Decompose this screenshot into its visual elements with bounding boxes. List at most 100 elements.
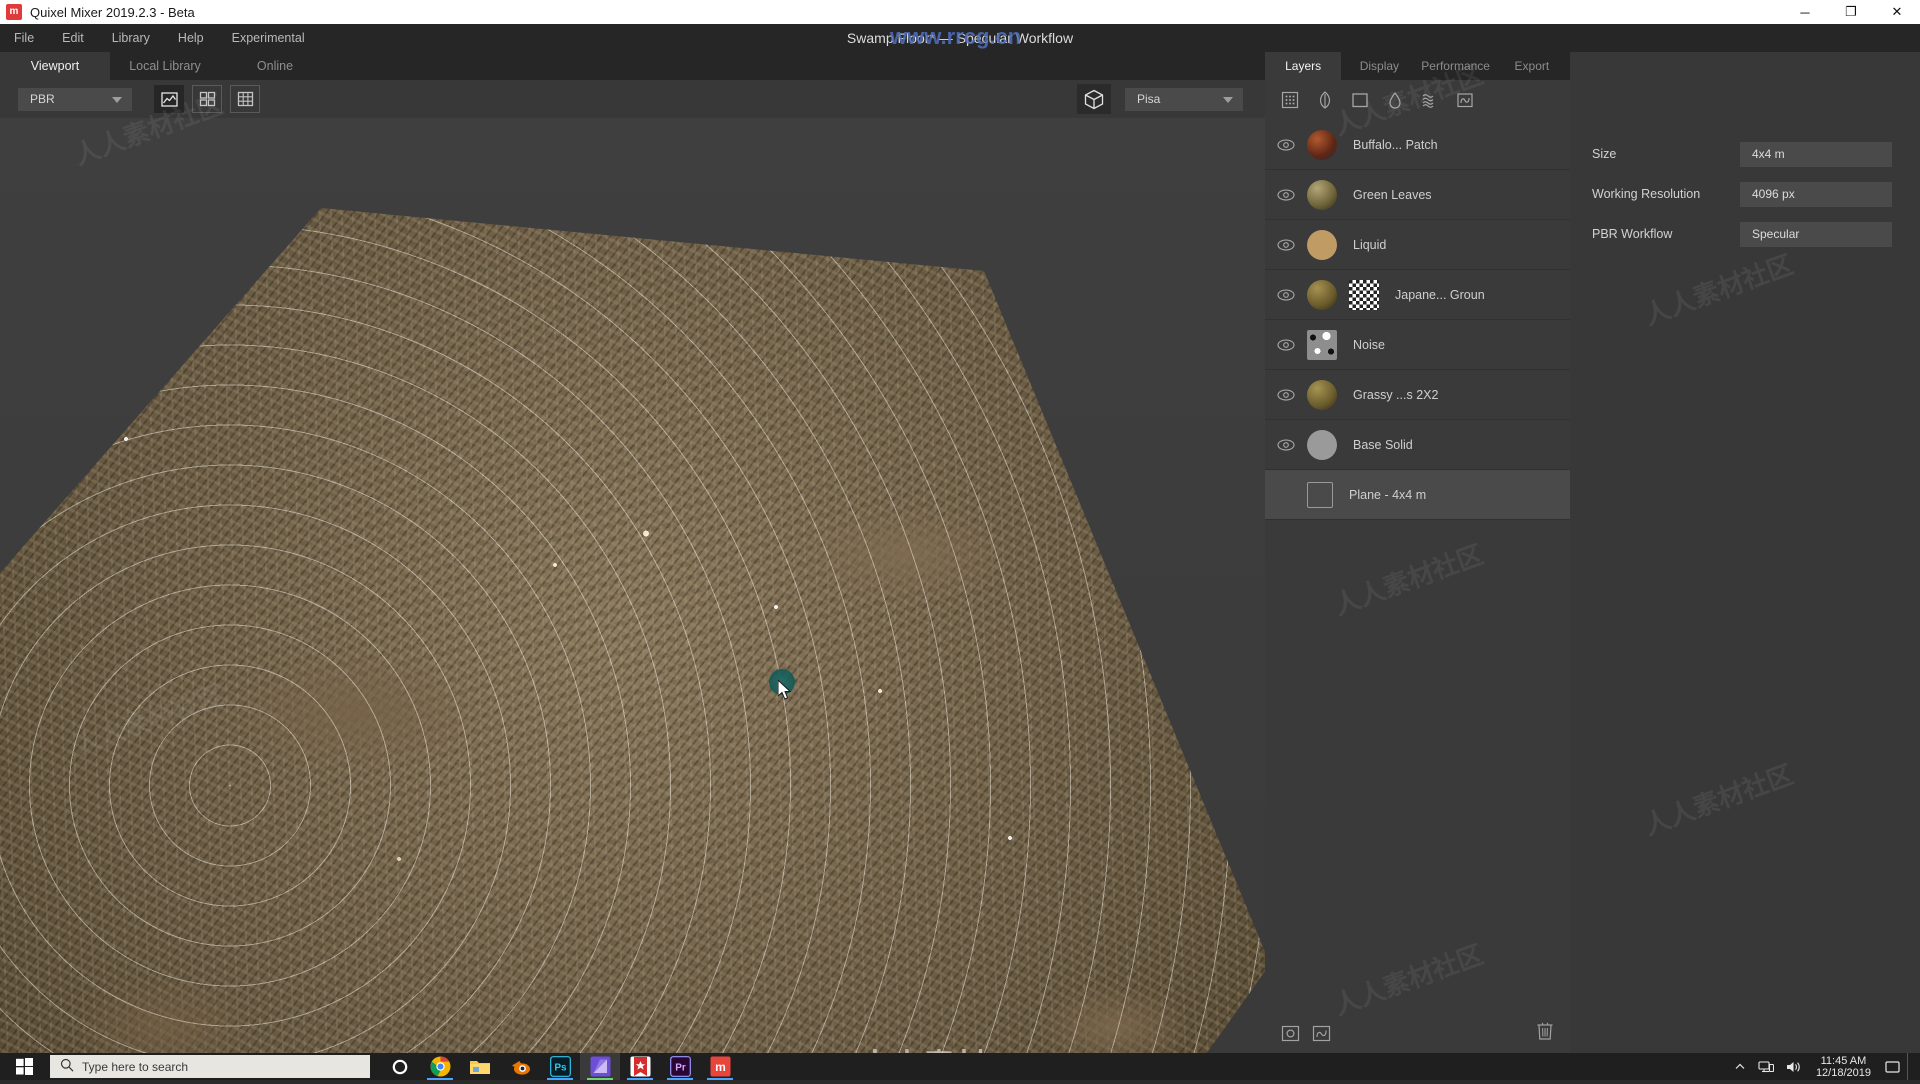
visibility-eye-icon[interactable] — [1265, 289, 1307, 301]
quad-view-icon[interactable] — [192, 85, 222, 113]
layer-row[interactable]: Grassy ...s 2X2 — [1265, 370, 1570, 420]
minimize-button[interactable]: ─ — [1782, 0, 1828, 24]
tab-performance[interactable]: Performance — [1418, 52, 1494, 80]
layers-panel-tabs: Layers Display Performance Export — [1265, 52, 1570, 80]
property-label: PBR Workflow — [1592, 227, 1672, 241]
layer-row[interactable]: Green Leaves — [1265, 170, 1570, 220]
tab-viewport[interactable]: Viewport — [0, 52, 110, 80]
layer-thumbnail — [1307, 280, 1337, 310]
visibility-eye-icon[interactable] — [1265, 239, 1307, 251]
waves-icon[interactable] — [1420, 90, 1440, 110]
svg-text:m: m — [715, 1060, 726, 1074]
menu-experimental[interactable]: Experimental — [218, 24, 319, 52]
action-center-icon[interactable] — [1879, 1060, 1907, 1074]
menu-library[interactable]: Library — [98, 24, 164, 52]
pbr-workflow-combo[interactable]: Specular — [1740, 222, 1892, 247]
image-view-icon[interactable] — [154, 85, 184, 113]
layer-row[interactable]: Buffalo... Patch — [1265, 120, 1570, 170]
visibility-eye-icon[interactable] — [1265, 139, 1307, 151]
menu-edit[interactable]: Edit — [48, 24, 98, 52]
square-icon[interactable] — [1350, 90, 1370, 110]
maximize-button[interactable]: ❐ — [1828, 0, 1874, 24]
visibility-eye-icon[interactable] — [1265, 439, 1307, 451]
layer-thumbnail — [1307, 430, 1337, 460]
add-curve-icon[interactable] — [1312, 1024, 1331, 1043]
layer-thumbnail — [1307, 230, 1337, 260]
window-title-bar: m Quixel Mixer 2019.2.3 - Beta ─ ❐ ✕ — [0, 0, 1920, 24]
clock-time: 11:45 AM — [1816, 1055, 1871, 1067]
application-window: File Edit Library Help Experimental Swam… — [0, 24, 1920, 1053]
photoshop-icon[interactable]: Ps — [540, 1053, 580, 1080]
show-desktop-button[interactable] — [1907, 1053, 1916, 1080]
substance-icon[interactable] — [620, 1053, 660, 1080]
material-plane-preview[interactable] — [0, 208, 1265, 1053]
layer-thumbnail — [1307, 380, 1337, 410]
cortana-circle-icon[interactable] — [380, 1053, 420, 1080]
layer-name: Buffalo... Patch — [1353, 138, 1438, 152]
add-layer-icon[interactable] — [1281, 1024, 1300, 1043]
main-tab-bar: Viewport Local Library Online — [0, 52, 1265, 80]
layers-panel: Layers Display Performance Export — [1265, 52, 1570, 1053]
svg-text:Pr: Pr — [675, 1063, 686, 1074]
tab-layers[interactable]: Layers — [1265, 52, 1341, 80]
size-value: 4x4 m — [1752, 147, 1785, 161]
volume-icon[interactable] — [1780, 1060, 1808, 1074]
tab-online[interactable]: Online — [220, 52, 330, 80]
layer-row[interactable]: Liquid — [1265, 220, 1570, 270]
windows-taskbar: Type here to search Ps Pr m 11:45 A — [0, 1053, 1920, 1080]
chrome-icon[interactable] — [420, 1053, 460, 1080]
dots-grid-icon[interactable] — [1280, 90, 1300, 110]
brush-cursor-indicator — [769, 669, 795, 695]
delete-layer-icon[interactable] — [1536, 1021, 1554, 1046]
grid-view-icon[interactable] — [230, 85, 260, 113]
leaf-icon[interactable] — [1315, 90, 1335, 110]
quixel-mixer-icon[interactable]: m — [700, 1053, 740, 1080]
premiere-icon[interactable]: Pr — [660, 1053, 700, 1080]
tab-local-library[interactable]: Local Library — [110, 52, 220, 80]
layer-thumbnail — [1307, 180, 1337, 210]
close-button[interactable]: ✕ — [1874, 0, 1920, 24]
taskbar-clock[interactable]: 11:45 AM 12/18/2019 — [1808, 1055, 1879, 1079]
layer-row[interactable]: Noise — [1265, 320, 1570, 370]
quixel-bridge-icon[interactable] — [580, 1053, 620, 1080]
tab-display[interactable]: Display — [1341, 52, 1417, 80]
layer-list[interactable]: Buffalo... Patch Green Leaves Liquid — [1265, 120, 1570, 1020]
layers-panel-footer — [1265, 1013, 1570, 1053]
cube-icon[interactable] — [1077, 84, 1111, 114]
show-hidden-icons-icon[interactable] — [1728, 1061, 1752, 1073]
system-tray: 11:45 AM 12/18/2019 — [1728, 1053, 1920, 1080]
layer-thumbnail — [1307, 330, 1337, 360]
menu-file[interactable]: File — [0, 24, 48, 52]
visibility-eye-icon[interactable] — [1265, 339, 1307, 351]
layer-row[interactable]: Base Solid — [1265, 420, 1570, 470]
curve-icon[interactable] — [1455, 90, 1475, 110]
layer-row[interactable]: Plane - 4x4 m — [1265, 470, 1570, 520]
viewport-3d[interactable] — [0, 118, 1265, 1053]
viewport-toolbar-right: Pisa — [1077, 84, 1243, 114]
pbr-mode-combo[interactable]: PBR — [18, 88, 132, 111]
tab-export[interactable]: Export — [1494, 52, 1570, 80]
layer-name: Noise — [1353, 338, 1385, 352]
size-combo[interactable]: 4x4 m — [1740, 142, 1892, 167]
search-input[interactable]: Type here to search — [50, 1055, 370, 1078]
layer-name: Liquid — [1353, 238, 1386, 252]
layer-name: Green Leaves — [1353, 188, 1432, 202]
environment-combo[interactable]: Pisa — [1125, 88, 1243, 111]
plane-thumbnail — [1307, 482, 1333, 508]
visibility-eye-icon[interactable] — [1265, 189, 1307, 201]
visibility-eye-icon[interactable] — [1265, 389, 1307, 401]
property-row-pbr-workflow: PBR Workflow Specular — [1570, 214, 1920, 254]
layer-name: Plane - 4x4 m — [1349, 488, 1426, 502]
droplet-icon[interactable] — [1385, 90, 1405, 110]
window-controls: ─ ❐ ✕ — [1782, 0, 1920, 24]
network-icon[interactable] — [1752, 1060, 1780, 1074]
layer-row[interactable]: Japane... Groun — [1265, 270, 1570, 320]
blender-icon[interactable] — [500, 1053, 540, 1080]
file-explorer-icon[interactable] — [460, 1053, 500, 1080]
layer-mask-thumbnail[interactable] — [1349, 280, 1379, 310]
windows-start-icon[interactable] — [0, 1053, 48, 1080]
menu-help[interactable]: Help — [164, 24, 218, 52]
layer-type-toolbar — [1265, 80, 1570, 120]
working-resolution-combo[interactable]: 4096 px — [1740, 182, 1892, 207]
surface-speckle-overlay — [0, 208, 1265, 1053]
